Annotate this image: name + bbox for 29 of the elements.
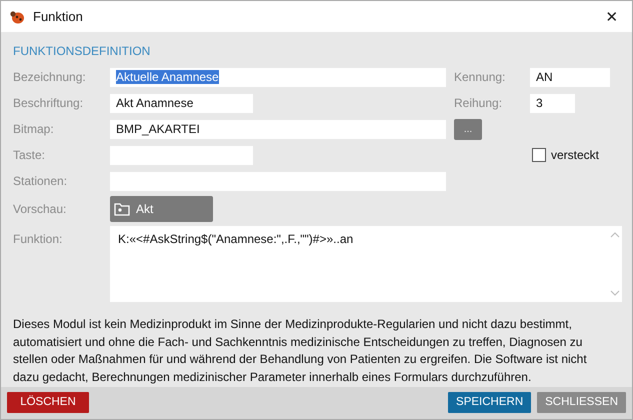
browse-button[interactable]: ... — [454, 118, 482, 140]
preview-button[interactable]: Akt — [110, 196, 213, 222]
input-field[interactable]: BMP_AKARTEI — [110, 120, 446, 138]
text-area[interactable]: K:«<#AskString$("Anamnese:",.F.,"")#>»..an — [110, 226, 608, 302]
field-label: Stationen: — [13, 174, 68, 188]
checkbox[interactable] — [532, 148, 546, 162]
field-label: Vorschau: — [13, 202, 68, 216]
field-label: Funktion: — [13, 231, 64, 246]
app-icon — [9, 8, 25, 24]
folder-icon — [114, 202, 130, 216]
field-label: Bitmap: — [13, 122, 55, 136]
save-button[interactable]: SPEICHERN — [448, 392, 532, 412]
input-field[interactable]: Akt Anamnese — [110, 94, 253, 112]
field-label: Kennung: — [454, 70, 506, 84]
field-label: Beschriftung: — [13, 96, 84, 110]
field-label: Reihung: — [454, 96, 504, 110]
field-label: Bezeichnung: — [13, 70, 87, 84]
scroll-up-icon[interactable] — [610, 232, 620, 238]
input-field[interactable]: 3 — [530, 94, 575, 112]
input-field[interactable]: Aktuelle Anamnese — [110, 68, 446, 86]
window-title: Funktion — [33, 9, 83, 24]
delete-button[interactable]: LÖSCHEN — [7, 392, 89, 412]
disclaimer-text: Dieses Modul ist kein Medizinprodukt im Sinne der Medizinprodukte-Regularien und nicht dazu bestimmt, automatisiert und ohne die Fach- und Sachkenntnis medizinische Entscheidungen zu treffen, Diagnosen zu stellen oder Maßnahmen für und während der Behandlung von Patienten zu ergreifen. Die Software ist nicht dazu gedacht, Berechnungen medizinischer Parameter innerhalb eines Formulars durchzuführen. — [13, 316, 588, 386]
close-button[interactable]: ✕ — [592, 1, 632, 32]
section-title: FUNKTIONSDEFINITION — [13, 43, 152, 60]
field-label: Taste: — [13, 148, 46, 162]
scroll-down-icon[interactable] — [610, 290, 620, 296]
input-field[interactable]: AN — [530, 68, 610, 86]
checkbox-label: versteckt — [551, 148, 600, 162]
